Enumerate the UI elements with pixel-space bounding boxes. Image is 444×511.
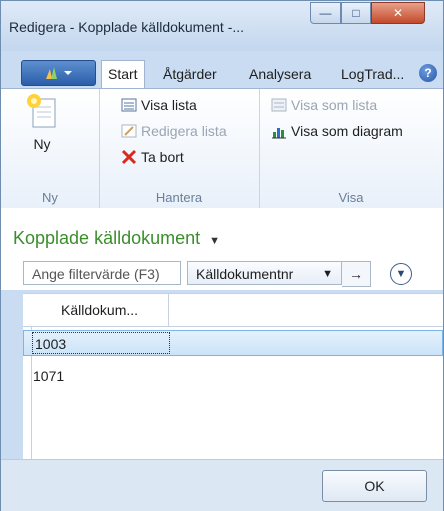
filter-bar: Ange filtervärde (F3) Källdokumentnr ▼ →…	[1, 258, 443, 290]
arrow-right-icon: →	[349, 266, 363, 282]
visa-som-lista-button[interactable]: Visa som lista	[271, 97, 377, 113]
maximize-button[interactable]: □	[341, 2, 371, 24]
tab-analysera[interactable]: Analysera	[249, 61, 311, 87]
dialog-window: Redigera - Kopplade källdokument -... — …	[0, 0, 444, 511]
grid-header: Källdokum...	[23, 294, 443, 327]
application-menu-button[interactable]	[21, 60, 96, 86]
filter-field-label: Källdokumentnr	[196, 266, 294, 282]
tab-atgarder[interactable]: Åtgärder	[163, 61, 217, 87]
visa-lista-button[interactable]: Visa lista	[121, 97, 197, 113]
tab-logtrad-label: LogTrad...	[341, 66, 405, 82]
group-hantera: Visa lista Redigera lista Ta bort Hanter…	[99, 89, 260, 209]
maximize-icon: □	[352, 6, 360, 20]
column-header-kalldokument[interactable]: Källdokum...	[53, 294, 169, 326]
ta-bort-button[interactable]: Ta bort	[121, 149, 184, 165]
visa-som-lista-label: Visa som lista	[291, 97, 378, 113]
expand-filter-button[interactable]: ▼	[390, 263, 412, 285]
minimize-icon: —	[319, 6, 332, 20]
table-row[interactable]: 1003	[23, 330, 443, 356]
window-controls: — □ ✕	[310, 2, 425, 24]
ribbon: Ny Ny Visa lista Redigera lista Ta bort …	[1, 88, 443, 210]
ok-button[interactable]: OK	[322, 470, 427, 502]
chart-icon	[272, 128, 286, 139]
chevron-down-icon: ▼	[209, 235, 221, 247]
show-as-list-icon	[271, 98, 287, 112]
table-row[interactable]: 1071	[23, 362, 443, 390]
page-title[interactable]: Kopplade källdokument ▼	[13, 228, 220, 249]
ny-button-label: Ny	[33, 136, 51, 152]
close-icon: ✕	[392, 6, 404, 20]
ta-bort-label: Ta bort	[141, 149, 184, 165]
page-header: Kopplade källdokument ▼	[1, 208, 443, 258]
tab-start-label: Start	[108, 66, 138, 82]
visa-som-diagram-label: Visa som diagram	[291, 123, 403, 139]
minimize-button[interactable]: —	[310, 2, 341, 24]
chevron-down-circle-icon: ▼	[395, 268, 407, 280]
filter-input[interactable]: Ange filtervärde (F3)	[23, 261, 181, 285]
dialog-footer: OK	[1, 459, 443, 511]
table-cell[interactable]: 1071	[31, 364, 169, 388]
new-document-icon	[27, 94, 56, 128]
filter-field-select[interactable]: Källdokumentnr ▼	[187, 261, 342, 285]
title-bar[interactable]: Redigera - Kopplade källdokument -... — …	[1, 1, 443, 51]
ribbon-tabs: Start Åtgärder Analysera LogTrad... ?	[1, 57, 443, 89]
app-logo-icon	[45, 67, 72, 79]
delete-icon	[121, 149, 137, 165]
group-ny-label: Ny	[42, 190, 58, 205]
page-title-text: Kopplade källdokument	[13, 228, 201, 248]
tab-analysera-label: Analysera	[249, 66, 312, 82]
apply-filter-button[interactable]: →	[342, 261, 371, 287]
dropdown-arrow-icon: ▼	[322, 268, 333, 280]
help-icon[interactable]: ?	[419, 64, 437, 82]
close-button[interactable]: ✕	[371, 2, 425, 24]
tab-start[interactable]: Start	[101, 60, 145, 89]
redigera-lista-label: Redigera lista	[141, 123, 227, 139]
list-view-icon	[121, 98, 137, 112]
window-title: Redigera - Kopplade källdokument -...	[9, 19, 245, 35]
group-hantera-label: Hantera	[155, 190, 203, 205]
visa-som-diagram-button[interactable]: Visa som diagram	[271, 123, 403, 139]
ny-button[interactable]: Ny	[19, 93, 65, 152]
group-visa: Visa som lista Visa som diagram Visa	[259, 89, 443, 209]
redigera-lista-button[interactable]: Redigera lista	[121, 123, 227, 139]
group-visa-label: Visa	[338, 190, 364, 205]
visa-lista-label: Visa lista	[141, 97, 197, 113]
data-grid: Källdokum... 1003 1071	[23, 293, 443, 460]
table-cell[interactable]: 1003	[32, 332, 170, 354]
tab-logtrad[interactable]: LogTrad...	[341, 61, 404, 87]
tab-atgarder-label: Åtgärder	[163, 66, 217, 82]
group-ny: Ny Ny	[1, 89, 100, 209]
edit-list-icon	[121, 124, 137, 138]
